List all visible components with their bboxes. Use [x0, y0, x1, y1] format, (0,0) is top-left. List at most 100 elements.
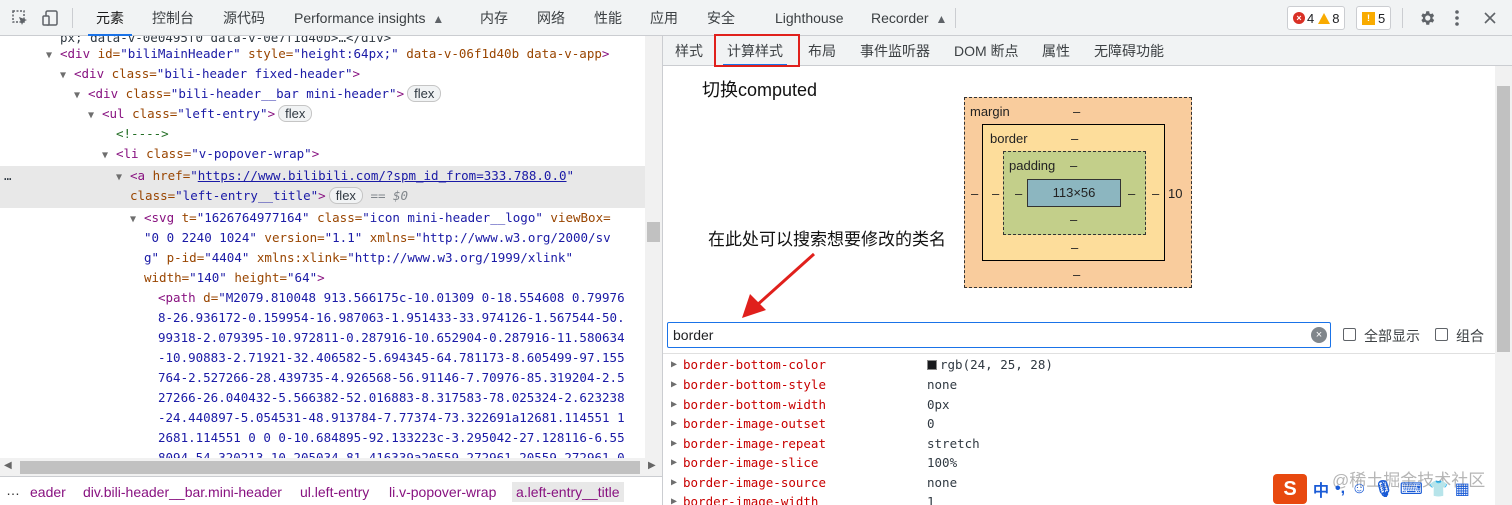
computed-property-row[interactable]: ▶ border-bottom-color rgb(24, 25, 28) — [663, 355, 1493, 375]
keyboard-icon[interactable]: ⌨ — [1400, 479, 1423, 499]
margin-right-value[interactable]: 10 — [1168, 186, 1182, 201]
ime-punctuation[interactable]: •, — [1335, 480, 1345, 498]
flex-badge[interactable]: flex — [328, 187, 363, 204]
border-top-value[interactable]: – — [1071, 131, 1078, 146]
close-icon[interactable] — [1478, 6, 1502, 30]
computed-property-row[interactable]: ▶ border-image-repeat stretch — [663, 434, 1493, 454]
dom-node-line[interactable]: <!----> — [116, 124, 169, 144]
tab-security[interactable]: 安全 — [707, 0, 735, 36]
expand-triangle-icon[interactable]: ▼ — [116, 168, 130, 188]
padding-right-value[interactable]: – — [1128, 186, 1135, 201]
dom-node-line[interactable]: g" p-id="4404" xmlns:xlink="http://www.w… — [144, 248, 573, 268]
tab-network[interactable]: 网络 — [537, 0, 565, 36]
expand-triangle-icon[interactable]: ▼ — [130, 210, 144, 230]
dom-vertical-scroll-thumb[interactable] — [647, 222, 660, 242]
expand-triangle-icon[interactable]: ▼ — [74, 86, 88, 106]
breadcrumb-item[interactable]: div.bili-header__bar.mini-header — [83, 484, 282, 500]
computed-property-row[interactable]: ▶ border-bottom-width 0px — [663, 395, 1493, 415]
tab-styles[interactable]: 样式 — [675, 36, 703, 66]
color-swatch-icon[interactable] — [927, 360, 937, 370]
node-actions-icon[interactable]: … — [4, 166, 116, 186]
computed-property-row[interactable]: ▶ border-bottom-style none — [663, 375, 1493, 395]
dom-tree-panel[interactable]: px; data-v-0e0495f0 data-v-0e7f1d40b>…</… — [0, 36, 662, 476]
breadcrumb-item[interactable]: li.v-popover-wrap — [389, 484, 496, 500]
dom-node-line[interactable]: ▼ <div class="bili-header fixed-header"> — [60, 64, 360, 84]
gear-icon[interactable] — [1415, 6, 1439, 30]
dom-node-line[interactable]: width="140" height="64"> — [144, 268, 325, 288]
border-right-value[interactable]: – — [1152, 186, 1159, 201]
dom-node-line[interactable]: "0 0 2240 1024" version="1.1" xmlns="htt… — [144, 228, 611, 248]
dom-node-line[interactable]: ▼ <li class="v-popover-wrap"> — [102, 144, 319, 164]
expand-triangle-icon[interactable]: ▶ — [671, 453, 677, 473]
expand-triangle-icon[interactable]: ▼ — [102, 146, 116, 166]
padding-left-value[interactable]: – — [1015, 186, 1022, 201]
computed-property-row[interactable]: ▶ border-image-outset 0 — [663, 414, 1493, 434]
tab-recorder[interactable]: Recorder ▲ — [871, 0, 947, 36]
tab-performance-insights[interactable]: Performance insights ▲ — [294, 0, 444, 36]
computed-filter-input[interactable]: border — [667, 322, 1331, 348]
expand-triangle-icon[interactable]: ▶ — [671, 492, 677, 505]
breadcrumb-item[interactable]: eader — [30, 484, 66, 500]
dom-node-line[interactable]: ▼ <div id="biliMainHeader" style="height:… — [46, 44, 609, 64]
expand-triangle-icon[interactable]: ▶ — [671, 473, 677, 493]
tab-application[interactable]: 应用 — [650, 0, 678, 36]
margin-top-value[interactable]: – — [1073, 104, 1080, 119]
dom-node-line[interactable]: ▼ <svg t="1626764977164" class="icon mini… — [130, 208, 611, 228]
expand-triangle-icon[interactable]: ▶ — [671, 395, 677, 415]
inspect-element-icon[interactable] — [8, 6, 32, 30]
tab-dom-breakpoints[interactable]: DOM 断点 — [954, 36, 1019, 66]
flex-badge[interactable]: flex — [407, 85, 442, 102]
dom-node-line[interactable]: … ▼ <a href="https://www.bilibili.com/?spm… — [4, 166, 574, 186]
tab-accessibility[interactable]: 无障碍功能 — [1094, 36, 1164, 66]
dom-node-line[interactable]: class="left-entry__title"> flex == $0 — [130, 186, 408, 206]
clear-filter-icon[interactable]: × — [1311, 327, 1327, 343]
expand-triangle-icon[interactable]: ▼ — [46, 46, 60, 66]
tab-performance[interactable]: 性能 — [594, 0, 622, 36]
breadcrumb-item[interactable]: ul.left-entry — [300, 484, 369, 500]
expand-triangle-icon[interactable]: ▼ — [88, 106, 102, 126]
expand-triangle-icon[interactable]: ▶ — [671, 375, 677, 395]
tab-memory[interactable]: 内存 — [480, 0, 508, 36]
margin-left-value[interactable]: – — [971, 186, 978, 201]
box-model-content[interactable]: 113×56 — [1027, 179, 1121, 207]
dom-horizontal-scroll-thumb[interactable] — [20, 461, 640, 474]
group-checkbox[interactable] — [1435, 328, 1448, 341]
border-left-value[interactable]: – — [992, 186, 999, 201]
expand-triangle-icon[interactable]: ▼ — [60, 66, 74, 86]
margin-bottom-value[interactable]: – — [1073, 267, 1080, 282]
scroll-left-arrow-icon[interactable]: ◀ — [4, 460, 12, 471]
padding-bottom-value[interactable]: – — [1070, 212, 1077, 227]
more-options-icon[interactable] — [1445, 6, 1469, 30]
tab-lighthouse[interactable]: Lighthouse — [775, 0, 844, 36]
ime-logo-icon[interactable]: S — [1273, 474, 1307, 504]
dom-node-line[interactable]: ▼ <ul class="left-entry"> flex — [88, 104, 313, 126]
tab-console[interactable]: 控制台 — [152, 0, 194, 36]
dom-node-line[interactable]: ▼ <div class="bili-header__bar mini-heade… — [74, 84, 442, 106]
tab-event-listeners[interactable]: 事件监听器 — [860, 36, 930, 66]
flex-badge[interactable]: flex — [278, 105, 313, 122]
dom-node-line[interactable]: <path d="M2079.810048 913.566175c-10.013… — [158, 288, 625, 308]
expand-triangle-icon[interactable]: ▶ — [671, 355, 677, 375]
breadcrumb-item-selected[interactable]: a.left-entry__title — [512, 482, 624, 502]
border-bottom-value[interactable]: – — [1071, 240, 1078, 255]
tab-elements[interactable]: 元素 — [88, 0, 132, 36]
computed-vertical-scroll-thumb[interactable] — [1497, 86, 1510, 352]
tab-sources[interactable]: 源代码 — [223, 0, 265, 36]
microphone-icon[interactable]: 🎙 — [1373, 479, 1393, 499]
grid-menu-icon[interactable]: ▦ — [1455, 479, 1470, 499]
padding-top-value[interactable]: – — [1070, 158, 1077, 173]
console-counts-badge[interactable]: × 4 8 — [1287, 6, 1346, 30]
scroll-right-arrow-icon[interactable]: ▶ — [648, 460, 656, 471]
expand-triangle-icon[interactable]: ▶ — [671, 434, 677, 454]
device-toolbar-icon[interactable] — [38, 6, 62, 30]
tab-layout[interactable]: 布局 — [808, 36, 836, 66]
ime-mode[interactable]: 中 — [1313, 477, 1329, 501]
dom-href-link[interactable]: https://www.bilibili.com/?spm_id_from=33… — [198, 168, 567, 183]
tab-properties[interactable]: 属性 — [1042, 36, 1070, 66]
skin-icon[interactable]: 👕 — [1429, 479, 1449, 499]
issues-badge[interactable]: ! 5 — [1356, 6, 1392, 30]
show-all-checkbox[interactable] — [1343, 328, 1356, 341]
expand-triangle-icon[interactable]: ▶ — [671, 414, 677, 434]
emoji-icon[interactable]: ☺ — [1351, 480, 1367, 498]
dom-vertical-scrollbar[interactable] — [645, 36, 662, 458]
